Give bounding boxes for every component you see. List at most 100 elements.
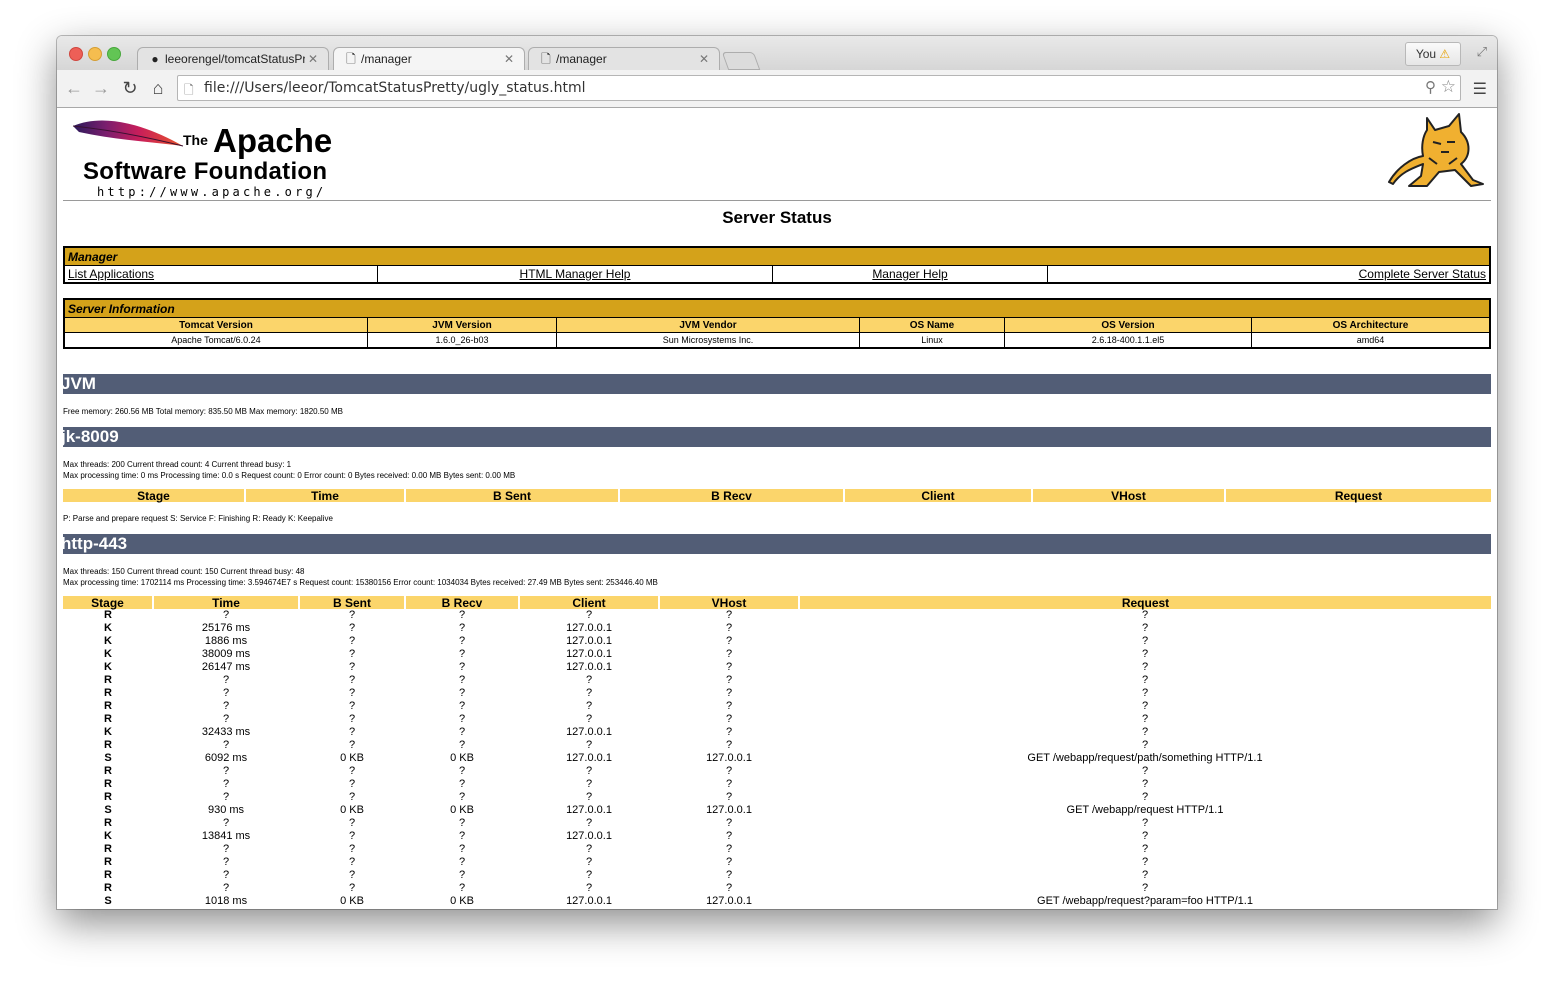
bytes-sent-cell: ?: [348, 609, 356, 621]
tab-github[interactable]: ● leeorengel/tomcatStatusPr ✕: [137, 47, 329, 70]
table-row: R??????: [63, 882, 1491, 895]
table-row: K 32433 ms?? 127.0.0.1??: [63, 726, 1491, 739]
client-cell: ?: [585, 817, 593, 829]
bytes-recv-cell: ?: [458, 791, 466, 803]
close-icon[interactable]: ✕: [504, 48, 514, 70]
bytes-sent-cell: ?: [348, 739, 356, 751]
url-text[interactable]: file:///Users/leeor/TomcatStatusPretty/u…: [204, 76, 586, 101]
page-icon: 🗋: [541, 52, 551, 66]
apache-logo[interactable]: The Apache Software Foundation http://ww…: [71, 116, 371, 199]
http-threads-text: Max threads: 150 Current thread count: 1…: [63, 567, 305, 576]
time-cell: 1886 ms: [204, 635, 248, 647]
bytes-recv-cell: ?: [458, 648, 466, 660]
column-header: JVM Version: [367, 317, 557, 333]
table-row: R??????: [63, 687, 1491, 700]
table-row: R??????: [63, 791, 1491, 804]
table-row: K 25176 ms?? 127.0.0.1??: [63, 622, 1491, 635]
bytes-sent-cell: ?: [348, 765, 356, 777]
jk-threads-text: Max threads: 200 Current thread count: 4…: [63, 460, 292, 469]
complete-server-status-link[interactable]: Complete Server Status: [1359, 267, 1486, 281]
os-version-value: 2.6.18-400.1.1.el5: [1004, 332, 1252, 349]
time-cell: ?: [222, 817, 230, 829]
close-icon[interactable]: ✕: [308, 48, 318, 70]
time-cell: ?: [222, 791, 230, 803]
tab-strip: ● leeorengel/tomcatStatusPr ✕ 🗋 /manager…: [57, 36, 1497, 70]
vhost-cell: ?: [725, 765, 733, 777]
time-cell: ?: [222, 765, 230, 777]
logo-apache-text: Apache: [213, 122, 333, 159]
bytes-recv-cell: ?: [458, 700, 466, 712]
bytes-sent-cell: ?: [348, 856, 356, 868]
stage-cell: R: [104, 765, 112, 777]
stage-cell: R: [104, 882, 112, 894]
column-header: Time: [152, 596, 299, 609]
column-header: OS Version: [1004, 317, 1252, 333]
column-header: VHost: [1031, 489, 1225, 502]
column-header: Request: [1224, 489, 1491, 502]
bytes-sent-cell: ?: [348, 687, 356, 699]
zoom-window-button[interactable]: [107, 47, 121, 61]
bytes-sent-cell: ?: [348, 882, 356, 894]
fullscreen-icon[interactable]: ⤢: [1477, 44, 1487, 60]
stage-cell: K: [104, 726, 112, 738]
jk-section-header: jk-8009: [63, 427, 1491, 447]
bytes-sent-cell: ?: [348, 622, 356, 634]
tomcat-logo-icon[interactable]: [1387, 112, 1491, 188]
client-cell: 127.0.0.1: [566, 661, 612, 673]
tab-manager[interactable]: 🗋 /manager ✕: [528, 47, 720, 70]
stage-cell: K: [104, 830, 112, 842]
menu-icon[interactable]: ☰: [1473, 79, 1487, 99]
column-header: Client: [843, 489, 1032, 502]
stage-cell: R: [104, 791, 112, 803]
reload-icon[interactable]: ↻: [119, 77, 141, 99]
manager-help-link[interactable]: Manager Help: [872, 267, 947, 281]
search-icon[interactable]: ⚲: [1425, 78, 1436, 96]
vhost-cell: ?: [725, 674, 733, 686]
warning-icon: ⚠: [1439, 47, 1451, 61]
html-manager-help-link[interactable]: HTML Manager Help: [520, 267, 631, 281]
request-cell: ?: [1141, 856, 1149, 868]
home-icon[interactable]: ⌂: [147, 77, 169, 99]
bytes-sent-cell: 0 KB: [340, 752, 364, 764]
profile-button[interactable]: You ⚠: [1405, 42, 1461, 66]
tomcat-version-value: Apache Tomcat/6.0.24: [63, 332, 368, 349]
client-cell: ?: [585, 674, 593, 686]
http-processing-text: Max processing time: 1702114 ms Processi…: [63, 578, 658, 587]
vhost-cell: ?: [725, 713, 733, 725]
minimize-window-button[interactable]: [88, 47, 102, 61]
os-name-value: Linux: [859, 332, 1005, 349]
new-tab-button[interactable]: [721, 52, 761, 70]
stage-cell: R: [104, 609, 112, 621]
vhost-cell: ?: [725, 687, 733, 699]
request-cell: ?: [1141, 687, 1149, 699]
request-cell: ?: [1141, 713, 1149, 725]
vhost-cell: ?: [725, 700, 733, 712]
bytes-sent-cell: ?: [348, 791, 356, 803]
stage-legend-text: P: Parse and prepare request S: Service …: [63, 514, 333, 523]
column-header: JVM Vendor: [556, 317, 860, 333]
request-cell: GET /webapp/request/path/something HTTP/…: [1027, 752, 1263, 764]
vhost-cell: ?: [725, 609, 733, 621]
forward-arrow-icon[interactable]: →: [90, 77, 112, 99]
column-header: B Recv: [618, 489, 844, 502]
stage-cell: R: [104, 869, 112, 881]
client-cell: 127.0.0.1: [566, 895, 612, 907]
bytes-recv-cell: ?: [458, 661, 466, 673]
list-applications-link[interactable]: List Applications: [68, 267, 154, 281]
bookmark-star-icon[interactable]: ☆: [1441, 77, 1456, 97]
time-cell: 13841 ms: [201, 830, 251, 842]
tab-manager-active[interactable]: 🗋 /manager ✕: [333, 47, 525, 70]
request-cell: ?: [1141, 648, 1149, 660]
back-arrow-icon[interactable]: ←: [63, 77, 85, 99]
bytes-recv-cell: ?: [458, 843, 466, 855]
browser-window: ● leeorengel/tomcatStatusPr ✕ 🗋 /manager…: [57, 36, 1497, 909]
close-icon[interactable]: ✕: [699, 48, 709, 70]
column-header: B Sent: [404, 489, 619, 502]
bytes-sent-cell: ?: [348, 726, 356, 738]
request-cell: ?: [1141, 843, 1149, 855]
table-row: K 1886 ms?? 127.0.0.1??: [63, 635, 1491, 648]
close-window-button[interactable]: [69, 47, 83, 61]
time-cell: 6092 ms: [204, 752, 248, 764]
client-cell: ?: [585, 609, 593, 621]
address-bar[interactable]: 🗋 file:///Users/leeor/TomcatStatusPretty…: [177, 75, 1461, 101]
